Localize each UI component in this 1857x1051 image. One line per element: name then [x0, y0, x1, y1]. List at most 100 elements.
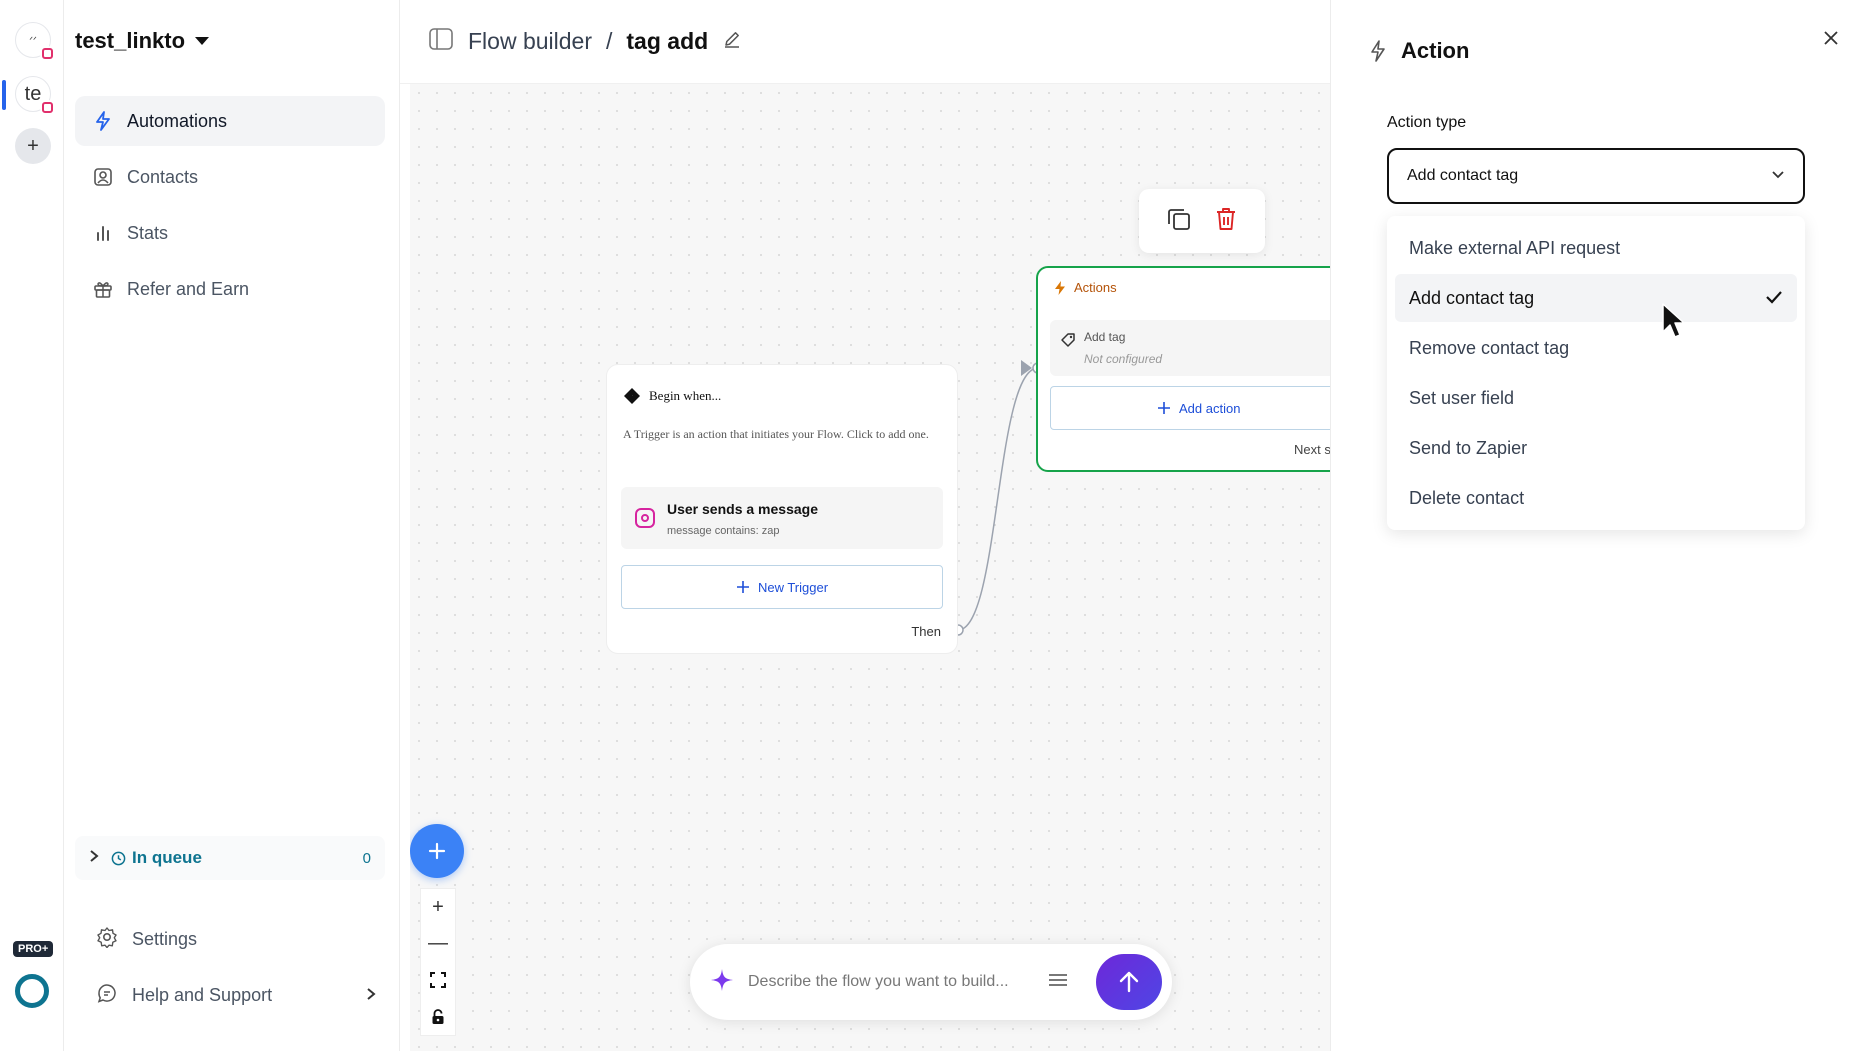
sidebar-item-contacts[interactable]: Contacts — [75, 152, 385, 202]
next-step-label: Next s — [1294, 442, 1330, 457]
actions-node[interactable]: Actions Add tag Not configured Add actio… — [1036, 266, 1330, 472]
node-toolbar — [1139, 189, 1265, 253]
in-queue-count: 0 — [362, 849, 371, 867]
option-set-user-field[interactable]: Set user field — [1395, 374, 1797, 422]
edit-pencil-icon[interactable] — [722, 29, 742, 54]
bolt-icon — [1371, 40, 1385, 62]
lock-button[interactable] — [421, 999, 455, 1036]
trigger-item-subtitle: message contains: zap — [667, 525, 780, 537]
flow-canvas[interactable]: Begin when... A Trigger is an action tha… — [410, 84, 1330, 1051]
fit-view-icon — [430, 972, 446, 989]
action-type-dropdown: Make external API request Add contact ta… — [1387, 216, 1805, 530]
contact-icon — [93, 167, 113, 187]
add-action-label: Add action — [1179, 400, 1241, 416]
close-panel-button[interactable] — [1823, 22, 1839, 53]
send-prompt-button[interactable] — [1096, 954, 1162, 1010]
zoom-in-button[interactable]: + — [421, 889, 455, 926]
duplicate-icon[interactable] — [1166, 206, 1192, 237]
bolt-icon — [93, 111, 113, 131]
help-support-link[interactable]: Help and Support — [96, 982, 376, 1009]
sidebar-item-label: Contacts — [127, 166, 199, 187]
option-delete-contact[interactable]: Delete contact — [1395, 474, 1797, 522]
plus-icon — [428, 842, 446, 860]
menu-lines-icon[interactable] — [1048, 972, 1068, 993]
chat-help-icon — [96, 982, 118, 1009]
in-queue-toggle[interactable]: In queue 0 — [75, 836, 385, 880]
instagram-icon — [635, 508, 655, 528]
mouse-cursor-icon — [1662, 303, 1685, 338]
chevron-right-icon — [366, 985, 376, 1006]
breadcrumb-separator: / — [606, 28, 613, 54]
ai-prompt-input[interactable] — [748, 973, 1038, 991]
zoom-out-button[interactable]: — — [421, 926, 455, 963]
diamond-grid-icon — [624, 388, 640, 404]
sidebar-toggle-icon[interactable] — [428, 27, 454, 56]
action-config-panel: Action Action type Add contact tag Make … — [1330, 0, 1857, 1051]
chevron-down-icon — [1771, 167, 1785, 185]
sidebar-item-label: Stats — [127, 222, 169, 243]
new-trigger-button[interactable]: New Trigger — [621, 565, 943, 609]
action-type-label: Action type — [1387, 114, 1467, 131]
account-avatar-1-text: ᐟᐟ — [29, 34, 37, 45]
option-add-contact-tag[interactable]: Add contact tag — [1395, 274, 1797, 322]
zoom-controls: + — — [420, 888, 456, 1036]
option-remove-contact-tag[interactable]: Remove contact tag — [1395, 324, 1797, 372]
sidebar-item-stats[interactable]: Stats — [75, 208, 385, 258]
option-label: Set user field — [1409, 387, 1515, 408]
option-label: Delete contact — [1409, 487, 1525, 508]
gift-icon — [93, 279, 113, 299]
chevron-right-icon — [89, 848, 99, 868]
add-action-button[interactable]: Add action — [1050, 386, 1330, 430]
account-name: test_linkto — [75, 28, 186, 53]
instagram-badge-icon — [40, 100, 55, 115]
account-switcher[interactable]: test_linkto — [75, 28, 210, 54]
help-support-label: Help and Support — [132, 985, 273, 1005]
zoom-out-icon: — — [428, 932, 448, 955]
sidebar-item-refer[interactable]: Refer and Earn — [75, 264, 385, 314]
breadcrumb-flow-builder[interactable]: Flow builder — [468, 28, 592, 55]
close-icon — [1824, 31, 1838, 45]
action-type-select[interactable]: Add contact tag — [1387, 148, 1805, 204]
account-avatar-2[interactable]: te — [15, 76, 55, 115]
flow-name: tag add — [626, 28, 709, 54]
clock-icon — [111, 851, 126, 865]
option-label: Add contact tag — [1409, 287, 1535, 308]
actions-header: Actions — [1054, 280, 1117, 295]
add-account-button[interactable]: + — [15, 128, 51, 164]
caret-down-icon — [195, 37, 210, 45]
sidebar: test_linkto Automations Contacts Stats R… — [64, 0, 400, 1051]
trash-icon[interactable] — [1214, 206, 1238, 237]
flow-header: Flow builder / tag add — [400, 0, 1330, 84]
in-queue-text: In queue — [132, 848, 202, 867]
account-avatar-2-text: te — [24, 82, 42, 105]
option-external-api[interactable]: Make external API request — [1395, 224, 1797, 272]
plus-icon: + — [27, 134, 39, 157]
trigger-title-text: Begin when... — [649, 388, 722, 403]
trigger-node[interactable]: Begin when... A Trigger is an action tha… — [606, 364, 958, 654]
arrow-up-icon — [1119, 971, 1139, 993]
tag-icon — [1060, 332, 1076, 353]
trigger-title: Begin when... — [623, 387, 721, 405]
sidebar-item-automations[interactable]: Automations — [75, 96, 385, 146]
add-tag-step[interactable]: Add tag Not configured — [1050, 320, 1330, 376]
then-label: Then — [911, 624, 941, 639]
zoom-in-icon: + — [432, 895, 444, 918]
app-logo-icon[interactable] — [15, 974, 49, 1008]
settings-link[interactable]: Settings — [96, 926, 376, 953]
trigger-item-title: User sends a message — [667, 501, 818, 517]
plus-icon — [1158, 402, 1170, 414]
add-tag-title: Add tag — [1084, 330, 1126, 344]
settings-label: Settings — [132, 929, 198, 949]
option-send-to-zapier[interactable]: Send to Zapier — [1395, 424, 1797, 472]
account-avatar-1[interactable]: ᐟᐟ — [15, 22, 55, 61]
add-node-button[interactable] — [410, 824, 464, 878]
actions-title: Actions — [1074, 280, 1117, 295]
sidebar-item-label: Refer and Earn — [127, 278, 250, 299]
bolt-icon — [1055, 280, 1065, 295]
fit-view-button[interactable] — [421, 962, 455, 999]
sidebar-nav: Automations Contacts Stats Refer and Ear… — [75, 96, 385, 320]
lock-icon — [432, 1008, 444, 1024]
pro-badge: PRO+ — [13, 941, 54, 957]
ai-prompt-bar — [690, 944, 1172, 1020]
trigger-item[interactable]: User sends a message message contains: z… — [621, 487, 943, 549]
